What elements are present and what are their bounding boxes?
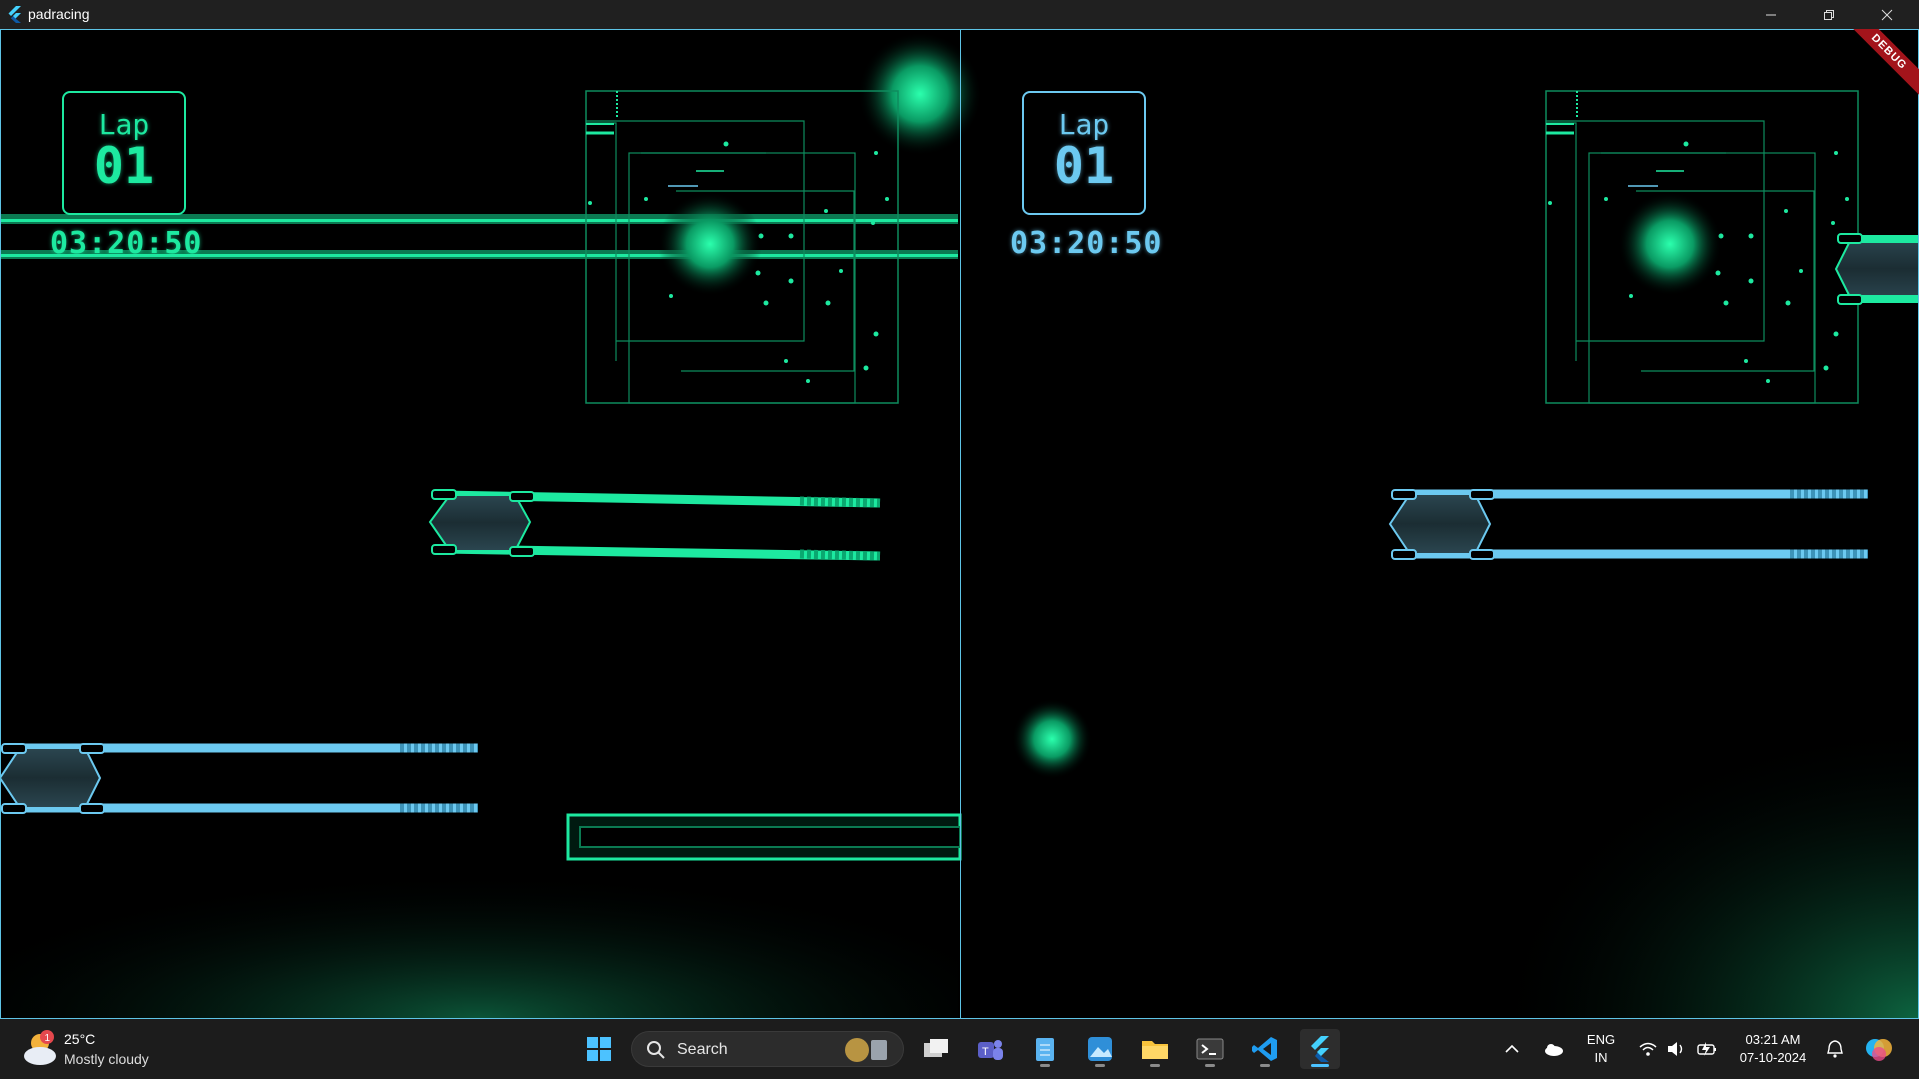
clock-date: 07-10-2024 — [1739, 1050, 1807, 1065]
game-canvas[interactable]: Lap 01 03:20:50 Lap 01 03:20:50 DEBUG — [0, 29, 1919, 1019]
battery-charging-icon[interactable] — [1696, 1041, 1718, 1057]
task-view-button[interactable] — [916, 1029, 956, 1069]
restore-button[interactable] — [1800, 0, 1858, 29]
clock[interactable]: 03:21 AM 07-10-2024 — [1728, 1031, 1818, 1067]
start-icon — [587, 1037, 611, 1061]
language-code: ENG — [1586, 1032, 1616, 1047]
running-indicator — [1040, 1064, 1050, 1067]
teams-button[interactable]: T — [970, 1029, 1010, 1069]
language-indicator[interactable]: ENG IN — [1583, 1031, 1619, 1067]
vscode-icon — [1252, 1037, 1277, 1061]
lap-label: Lap — [98, 108, 150, 141]
weather-badge: 1 — [45, 1033, 51, 1044]
running-indicator — [1205, 1064, 1215, 1067]
flutter-app-icon — [8, 6, 21, 23]
lap-counter-player2: Lap 01 — [1022, 91, 1146, 215]
flutter-icon — [1311, 1036, 1329, 1062]
search-box[interactable]: Search — [631, 1031, 904, 1067]
photos-button[interactable] — [1080, 1029, 1120, 1069]
wifi-icon[interactable] — [1638, 1041, 1658, 1057]
start-button[interactable] — [579, 1029, 619, 1069]
running-indicator — [1095, 1064, 1105, 1067]
weather-cloudy-icon: 1 — [24, 1030, 56, 1065]
copilot-icon[interactable] — [1864, 1034, 1894, 1064]
minimize-button[interactable] — [1742, 0, 1800, 29]
teams-icon: T — [978, 1040, 1003, 1060]
onedrive-cloud-icon[interactable] — [1542, 1041, 1564, 1057]
running-indicator — [1150, 1064, 1160, 1067]
search-icon — [647, 1041, 665, 1059]
weather-temperature: 25°C — [64, 1031, 96, 1047]
lap-counter-player1: Lap 01 — [62, 91, 186, 215]
weather-condition: Mostly cloudy — [64, 1051, 149, 1067]
vscode-button[interactable] — [1245, 1029, 1285, 1069]
notepad-button[interactable] — [1025, 1029, 1065, 1069]
clock-time: 03:21 AM — [1745, 1032, 1801, 1047]
race-timer-player2: 03:20:50 — [1010, 226, 1163, 261]
notification-bell-icon[interactable] — [1826, 1039, 1844, 1059]
weather-widget[interactable]: 1 25°C Mostly cloudy — [20, 1029, 200, 1071]
minimize-icon — [1766, 14, 1776, 15]
lap-number: 01 — [93, 137, 155, 195]
debug-banner: DEBUG — [1849, 29, 1919, 99]
search-highlight-icon — [845, 1038, 887, 1062]
flutter-app-button[interactable] — [1300, 1029, 1340, 1069]
lap-label: Lap — [1058, 108, 1110, 141]
task-view-icon — [924, 1039, 948, 1057]
terminal-button[interactable] — [1190, 1029, 1230, 1069]
race-timer-player1: 03:20:50 — [50, 226, 203, 261]
title-bar: padracing — [0, 0, 1919, 29]
running-indicator — [1311, 1064, 1329, 1067]
svg-text:T: T — [982, 1046, 989, 1058]
window-title: padracing — [28, 6, 90, 22]
photos-icon — [1088, 1037, 1112, 1061]
taskbar: 1 25°C Mostly cloudy Search T ENG IN 03:… — [0, 1019, 1919, 1079]
close-button[interactable] — [1858, 0, 1916, 29]
region-code: IN — [1594, 1050, 1608, 1065]
restore-icon — [1824, 9, 1834, 20]
running-indicator — [1260, 1064, 1270, 1067]
search-label: Search — [677, 1041, 728, 1058]
close-icon — [1881, 9, 1893, 20]
debug-label: DEBUG — [1849, 29, 1919, 99]
file-explorer-button[interactable] — [1135, 1029, 1175, 1069]
chevron-up-icon[interactable] — [1504, 1041, 1520, 1057]
lap-number: 01 — [1053, 137, 1115, 195]
volume-icon[interactable] — [1666, 1041, 1686, 1057]
notepad-icon — [1036, 1038, 1054, 1061]
file-explorer-icon — [1142, 1041, 1168, 1059]
terminal-icon — [1196, 1038, 1224, 1060]
